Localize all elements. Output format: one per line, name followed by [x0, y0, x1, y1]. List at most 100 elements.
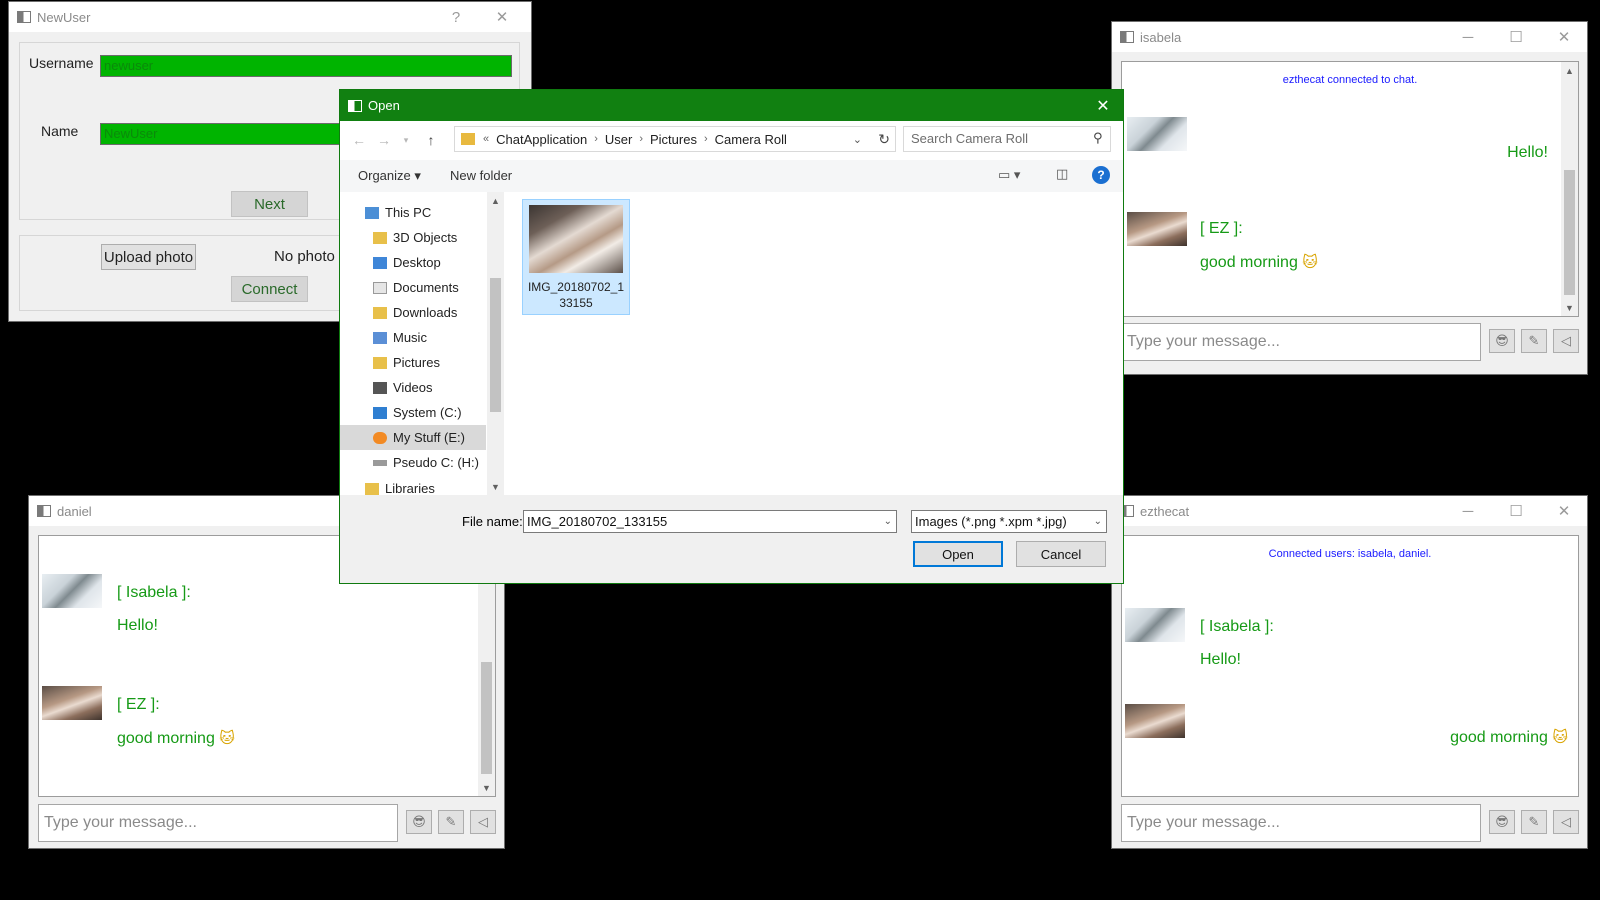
daniel-title: daniel	[57, 503, 92, 519]
avatar	[1127, 117, 1187, 151]
forward-arrow-icon[interactable]: →	[373, 129, 395, 151]
chat-area[interactable]: ezthecat connected to chat. Hello! [ EZ …	[1121, 61, 1579, 317]
nav-item-libraries[interactable]: Libraries	[340, 476, 486, 495]
minimize-icon[interactable]: ─	[1445, 496, 1491, 526]
nav-item-this-pc[interactable]: This PC	[340, 200, 486, 225]
next-button[interactable]: Next	[231, 191, 308, 217]
organize-menu[interactable]: Organize ▾	[358, 168, 421, 184]
close-icon[interactable]: ✕	[1083, 90, 1123, 121]
chevron-down-icon[interactable]: ⌄	[884, 511, 892, 532]
breadcrumb-camera-roll[interactable]: Camera Roll	[715, 132, 787, 147]
nav-item-system-c[interactable]: System (C:)	[340, 400, 486, 425]
chat-message-text: good morning	[1450, 729, 1548, 746]
app-icon	[1120, 31, 1134, 43]
chevron-down-icon[interactable]: ▼	[1561, 299, 1578, 316]
file-name-field[interactable]: IMG_20180702_133155 ⌄	[523, 510, 897, 533]
drive-icon	[373, 431, 387, 444]
close-icon[interactable]: ✕	[479, 2, 525, 32]
back-arrow-icon[interactable]: ←	[348, 129, 370, 151]
up-arrow-icon[interactable]: ↑	[420, 129, 442, 151]
connect-button[interactable]: Connect	[231, 276, 308, 302]
paperclip-icon[interactable]: ✎	[1521, 810, 1547, 834]
nav-item-music[interactable]: Music	[340, 325, 486, 350]
avatar	[1125, 608, 1185, 642]
scrollbar-thumb[interactable]	[490, 278, 501, 412]
preview-pane-icon[interactable]: ◫	[1056, 166, 1068, 182]
close-icon[interactable]: ✕	[1541, 22, 1587, 52]
help-icon[interactable]: ?	[1092, 166, 1110, 184]
nav-item-desktop[interactable]: Desktop	[340, 250, 486, 275]
chat-scrollbar[interactable]: ▲ ▼	[1561, 62, 1578, 316]
chevron-up-icon[interactable]: ▲	[487, 192, 504, 209]
chat-message: good morning 🐱	[1200, 253, 1318, 272]
address-bar[interactable]: « ChatApplication › User › Pictures › Ca…	[454, 126, 896, 152]
chat-message: good morning 🐱	[117, 729, 235, 748]
message-input[interactable]	[1121, 323, 1481, 361]
nav-item-pictures[interactable]: Pictures	[340, 350, 486, 375]
chat-status: ezthecat connected to chat.	[1282, 74, 1418, 86]
recent-dropdown-icon[interactable]: ▾	[395, 129, 417, 151]
help-button[interactable]: ?	[433, 2, 479, 32]
scrollbar-thumb[interactable]	[1564, 170, 1575, 295]
nav-item-label: Desktop	[393, 255, 441, 270]
message-input[interactable]	[38, 804, 398, 842]
nav-item-my-stuff-e[interactable]: My Stuff (E:)	[340, 425, 486, 450]
nav-item-3d-objects[interactable]: 3D Objects	[340, 225, 486, 250]
ezthecat-title: ezthecat	[1140, 503, 1190, 519]
chat-sender: [ Isabela ]:	[117, 584, 191, 601]
breadcrumb-pictures[interactable]: Pictures	[650, 132, 697, 147]
music-icon	[373, 331, 387, 344]
breadcrumb-overflow[interactable]: «	[483, 133, 489, 145]
newuser-title: NewUser	[37, 9, 91, 25]
emoji-button[interactable]: 😎	[1489, 329, 1515, 353]
avatar	[1125, 704, 1185, 738]
cancel-button[interactable]: Cancel	[1016, 541, 1106, 567]
paperclip-icon[interactable]: ✎	[1521, 329, 1547, 353]
file-type-select[interactable]: Images (*.png *.xpm *.jpg) ⌄	[911, 510, 1107, 533]
scrollbar-thumb[interactable]	[481, 662, 492, 774]
maximize-icon[interactable]: ☐	[1493, 22, 1539, 52]
view-options-icon[interactable]: ▭ ▾	[998, 167, 1020, 183]
chat-message: Hello!	[117, 617, 158, 634]
upload-photo-button[interactable]: Upload photo	[101, 244, 196, 270]
username-field[interactable]: newuser	[100, 55, 512, 77]
chevron-down-icon[interactable]: ⌄	[853, 133, 862, 146]
minimize-icon[interactable]: ─	[1445, 22, 1491, 52]
emoji-button[interactable]: 😎	[1489, 810, 1515, 834]
send-icon[interactable]: ◁	[1553, 329, 1579, 353]
file-list[interactable]: IMG_20180702_133155	[504, 192, 1123, 495]
chevron-down-icon[interactable]: ⌄	[1094, 511, 1102, 532]
name-label: Name	[41, 123, 79, 139]
send-icon[interactable]: ◁	[1553, 810, 1579, 834]
chevron-up-icon[interactable]: ▲	[1561, 62, 1578, 79]
file-item-label: IMG_20180702_133155	[527, 280, 625, 310]
search-icon[interactable]: ⚲	[1093, 130, 1103, 146]
breadcrumb-user[interactable]: User	[605, 132, 632, 147]
file-item[interactable]: IMG_20180702_133155	[522, 199, 630, 315]
nav-scrollbar[interactable]: ▲ ▼	[487, 192, 504, 495]
chevron-down-icon[interactable]: ▼	[487, 478, 504, 495]
paperclip-icon[interactable]: ✎	[438, 810, 464, 834]
maximize-icon[interactable]: ☐	[1493, 496, 1539, 526]
close-icon[interactable]: ✕	[1541, 496, 1587, 526]
search-input[interactable]: Search Camera Roll	[903, 126, 1111, 152]
isabela-titlebar: isabela ─ ☐ ✕	[1112, 22, 1587, 52]
nav-item-downloads[interactable]: Downloads	[340, 300, 486, 325]
message-input[interactable]	[1121, 804, 1481, 842]
chevron-down-icon[interactable]: ▼	[478, 779, 495, 796]
new-folder-button[interactable]: New folder	[450, 168, 512, 183]
avatar	[42, 574, 102, 608]
navigation-pane[interactable]: This PC 3D Objects Desktop Documents Dow…	[340, 192, 504, 495]
chat-area[interactable]: Connected users: isabela, daniel. [ Isab…	[1121, 535, 1579, 797]
send-icon[interactable]: ◁	[470, 810, 496, 834]
nav-item-documents[interactable]: Documents	[340, 275, 486, 300]
open-button[interactable]: Open	[913, 541, 1003, 567]
newuser-titlebar: NewUser ? ✕	[9, 2, 531, 32]
emoji-button[interactable]: 😎	[406, 810, 432, 834]
nav-item-pseudo-c-h[interactable]: Pseudo C: (H:)	[340, 450, 486, 475]
refresh-icon[interactable]: ↻	[878, 131, 890, 148]
open-dialog-titlebar: Open ✕	[340, 90, 1123, 121]
breadcrumb-chatapplication[interactable]: ChatApplication	[496, 132, 587, 147]
nav-item-videos[interactable]: Videos	[340, 375, 486, 400]
open-dialog-title: Open	[368, 98, 400, 113]
